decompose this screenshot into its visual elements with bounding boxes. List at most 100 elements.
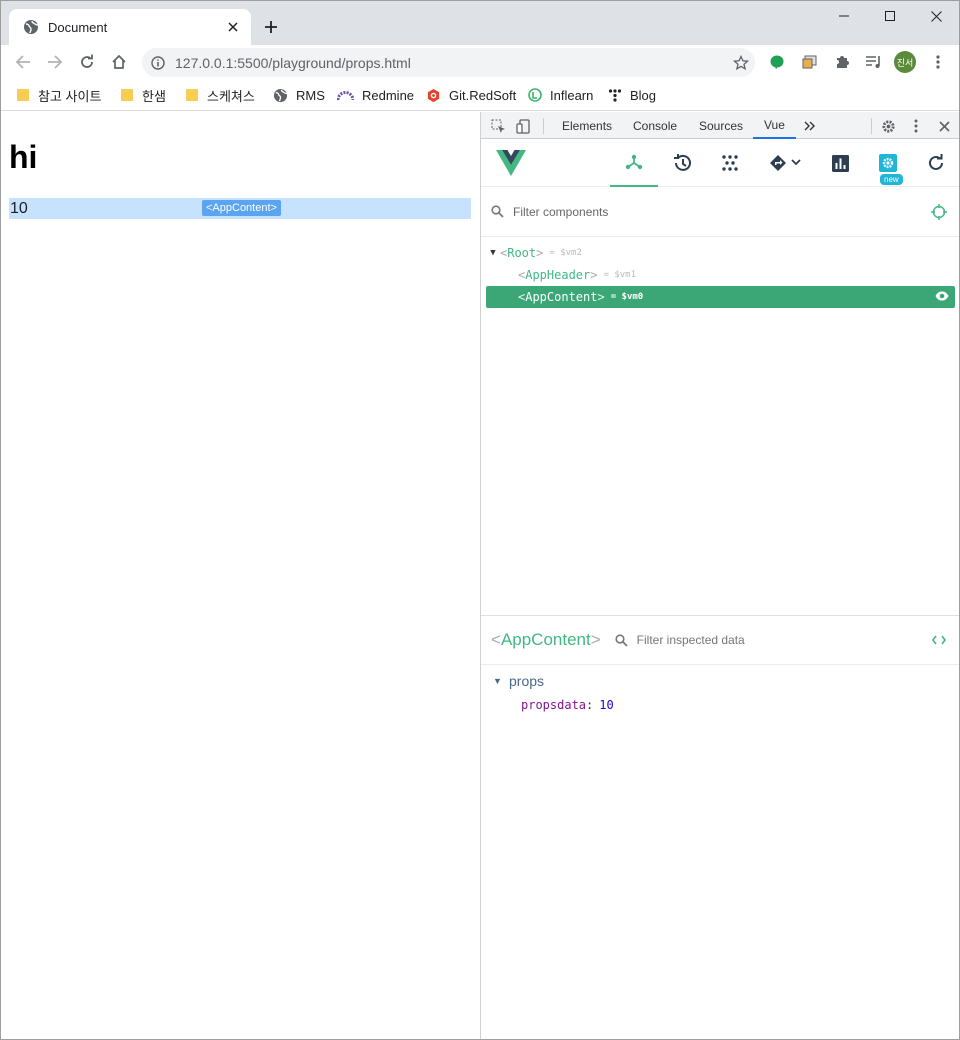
device-toolbar-icon[interactable]	[514, 117, 532, 135]
bookmark-label: 참고 사이트	[38, 88, 102, 104]
toolbar-separator	[543, 118, 544, 134]
prop-row[interactable]: propsdata: 10	[521, 698, 614, 712]
cast-extension-icon[interactable]	[797, 49, 823, 75]
bookmark-item[interactable]: Redmine	[337, 85, 414, 105]
inspector-header: <AppContent> Filter inspected data	[481, 615, 959, 665]
forward-button[interactable]	[42, 49, 68, 75]
devtools-tabbar: Elements Console Sources Vue	[481, 112, 959, 139]
tree-node-appheader[interactable]: < AppHeader > = $vm1	[486, 264, 955, 286]
url-text[interactable]: 127.0.0.1:5500/playground/props.html	[175, 55, 727, 71]
component-filter-row[interactable]: Filter components	[481, 187, 959, 237]
devtools-panel: Elements Console Sources Vue new Filter …	[480, 112, 959, 1039]
refresh-icon[interactable]	[912, 139, 960, 187]
devtools-menu-icon[interactable]	[907, 117, 925, 135]
tab-title: Document	[48, 19, 108, 35]
tag-close-bracket: >	[590, 630, 601, 649]
tag-open-bracket: <	[518, 268, 526, 282]
new-tab-button[interactable]	[260, 16, 282, 38]
component-overlay-tag: <AppContent>	[202, 200, 281, 216]
vuex-icon[interactable]	[706, 139, 754, 187]
address-bar[interactable]: 127.0.0.1:5500/playground/props.html	[142, 48, 755, 77]
back-button[interactable]	[10, 49, 36, 75]
caret-down-icon[interactable]: ▼	[493, 676, 509, 686]
vue-settings-icon[interactable]: new	[864, 139, 912, 187]
site-info-icon[interactable]	[151, 55, 165, 70]
vue-devtools-toolbar: new	[481, 139, 959, 187]
inflearn-icon	[528, 88, 550, 102]
bookmark-label: Redmine	[362, 87, 415, 103]
gitlab-icon	[426, 88, 449, 103]
bookmark-item[interactable]: Git.RedSoft	[426, 85, 516, 105]
more-menu-icon[interactable]	[925, 49, 951, 75]
tree-node-root[interactable]: ▼ < Root > = $vm2	[486, 242, 955, 264]
settings-gear-icon[interactable]	[879, 117, 897, 135]
inspect-element-icon[interactable]	[489, 117, 507, 135]
toolbar-separator	[871, 118, 872, 134]
open-source-code-icon[interactable]	[919, 635, 959, 645]
browser-toolbar: 127.0.0.1:5500/playground/props.html 진서	[1, 45, 959, 79]
components-tab-icon[interactable]	[610, 139, 658, 187]
caret-down-icon[interactable]: ▼	[486, 248, 500, 258]
section-title: props	[509, 673, 545, 689]
component-name: Root	[507, 246, 537, 260]
extensions-puzzle-icon[interactable]	[829, 49, 855, 75]
page-viewport: hi 10 <AppContent>	[1, 112, 480, 1039]
router-dropdown-icon[interactable]	[761, 139, 811, 187]
more-tabs-chevron-icon[interactable]	[801, 117, 819, 135]
reload-button[interactable]	[74, 49, 100, 75]
vm-reference: = $vm0	[610, 292, 644, 302]
prop-value[interactable]: 10	[599, 698, 613, 712]
tag-open-bracket: <	[518, 290, 526, 304]
tree-node-appcontent[interactable]: < AppContent > = $vm0	[486, 286, 955, 308]
profile-avatar[interactable]: 진서	[894, 51, 916, 73]
evernote-extension-icon[interactable]	[764, 49, 790, 75]
bookmark-item[interactable]: RMS	[273, 85, 325, 105]
performance-chart-icon[interactable]	[816, 139, 864, 187]
bookmark-label: 한샘	[142, 88, 166, 104]
globe-icon	[23, 19, 39, 35]
bookmark-item[interactable]: 스케쳐스	[185, 85, 255, 105]
globe-icon	[273, 88, 296, 103]
close-devtools-icon[interactable]	[935, 117, 953, 135]
home-button[interactable]	[106, 49, 132, 75]
bookmark-item[interactable]: Blog	[608, 85, 656, 105]
tab-strip: Document	[1, 1, 959, 45]
folder-icon	[185, 88, 207, 102]
bookmark-item[interactable]: 한샘	[120, 85, 166, 105]
timeline-history-icon[interactable]	[658, 139, 706, 187]
component-name: AppHeader	[525, 268, 591, 282]
close-window-button[interactable]	[913, 1, 959, 31]
inspected-component-title: <AppContent>	[491, 630, 601, 650]
app-content-value: 10	[10, 200, 28, 217]
select-component-target-icon[interactable]	[919, 203, 959, 220]
bookmark-item[interactable]: Inflearn	[528, 85, 593, 105]
tab-vue[interactable]: Vue	[753, 112, 796, 139]
tab-elements[interactable]: Elements	[562, 112, 612, 139]
bookmark-star-icon[interactable]	[727, 54, 755, 71]
folder-icon	[120, 88, 142, 102]
redmine-icon	[337, 88, 362, 102]
tag-open-bracket: <	[500, 246, 508, 260]
inspector-filter[interactable]: Filter inspected data	[615, 633, 919, 647]
props-section-header[interactable]: ▼ props	[493, 672, 614, 690]
tab-console[interactable]: Console	[633, 112, 677, 139]
tag-close-bracket: >	[597, 290, 605, 304]
maximize-button[interactable]	[867, 1, 913, 31]
component-name: AppContent	[525, 290, 598, 304]
bookmark-label: Blog	[630, 87, 657, 103]
inspector-filter-input[interactable]: Filter inspected data	[637, 633, 745, 647]
minimize-button[interactable]	[821, 1, 867, 31]
vm-reference: = $vm2	[549, 248, 582, 258]
close-tab-icon[interactable]	[223, 17, 243, 37]
media-control-icon[interactable]	[861, 49, 887, 75]
tag-close-bracket: >	[590, 268, 598, 282]
component-filter-input[interactable]: Filter components	[513, 205, 919, 219]
vm-reference: = $vm1	[603, 270, 637, 280]
bookmark-item[interactable]: 참고 사이트	[16, 85, 101, 105]
eye-icon[interactable]	[935, 291, 949, 301]
inspected-component-name: AppContent	[500, 630, 591, 649]
browser-tab[interactable]: Document	[9, 9, 251, 45]
bookmark-label: RMS	[296, 87, 325, 103]
bookmarks-bar: 참고 사이트 한샘 스케쳐스 RMS Redmine Git.RedSoft I…	[1, 79, 959, 111]
tab-sources[interactable]: Sources	[699, 112, 743, 139]
